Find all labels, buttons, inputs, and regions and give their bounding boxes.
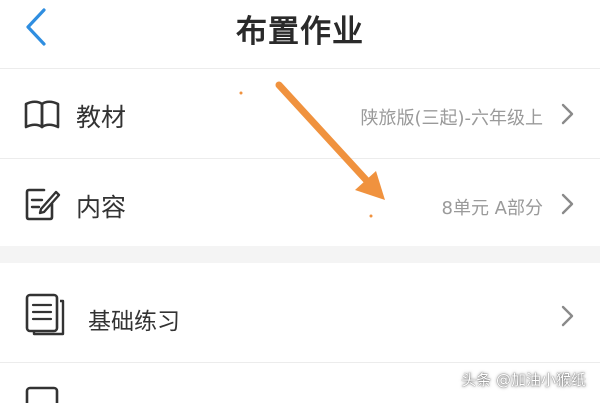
textbook-label: 教材 bbox=[76, 103, 127, 132]
document-list-icon bbox=[24, 292, 65, 336]
textbook-row[interactable]: 教材 陕旅版(三起)-六年级上 bbox=[0, 70, 600, 158]
watermark: 头条 @加油小猴纸 bbox=[461, 371, 586, 389]
header-bar: 布置作业 bbox=[0, 0, 600, 58]
basic-practice-row[interactable]: 基础练习 bbox=[0, 270, 600, 358]
chevron-right-icon bbox=[558, 102, 576, 126]
content-label: 内容 bbox=[76, 193, 127, 222]
divider bbox=[0, 158, 600, 159]
basic-practice-label: 基础练习 bbox=[88, 309, 180, 335]
page-title: 布置作业 bbox=[236, 14, 364, 50]
book-icon bbox=[22, 94, 62, 134]
chevron-right-icon bbox=[558, 192, 576, 216]
divider bbox=[0, 362, 600, 363]
divider bbox=[0, 68, 600, 69]
chevron-right-icon bbox=[558, 304, 576, 328]
document-icon bbox=[24, 383, 64, 403]
section-gap bbox=[0, 246, 600, 263]
content-value: 8单元 A部分 bbox=[441, 198, 544, 219]
textbook-value: 陕旅版(三起)-六年级上 bbox=[360, 108, 543, 129]
edit-document-icon bbox=[22, 184, 62, 224]
content-row[interactable]: 内容 8单元 A部分 bbox=[0, 160, 600, 248]
